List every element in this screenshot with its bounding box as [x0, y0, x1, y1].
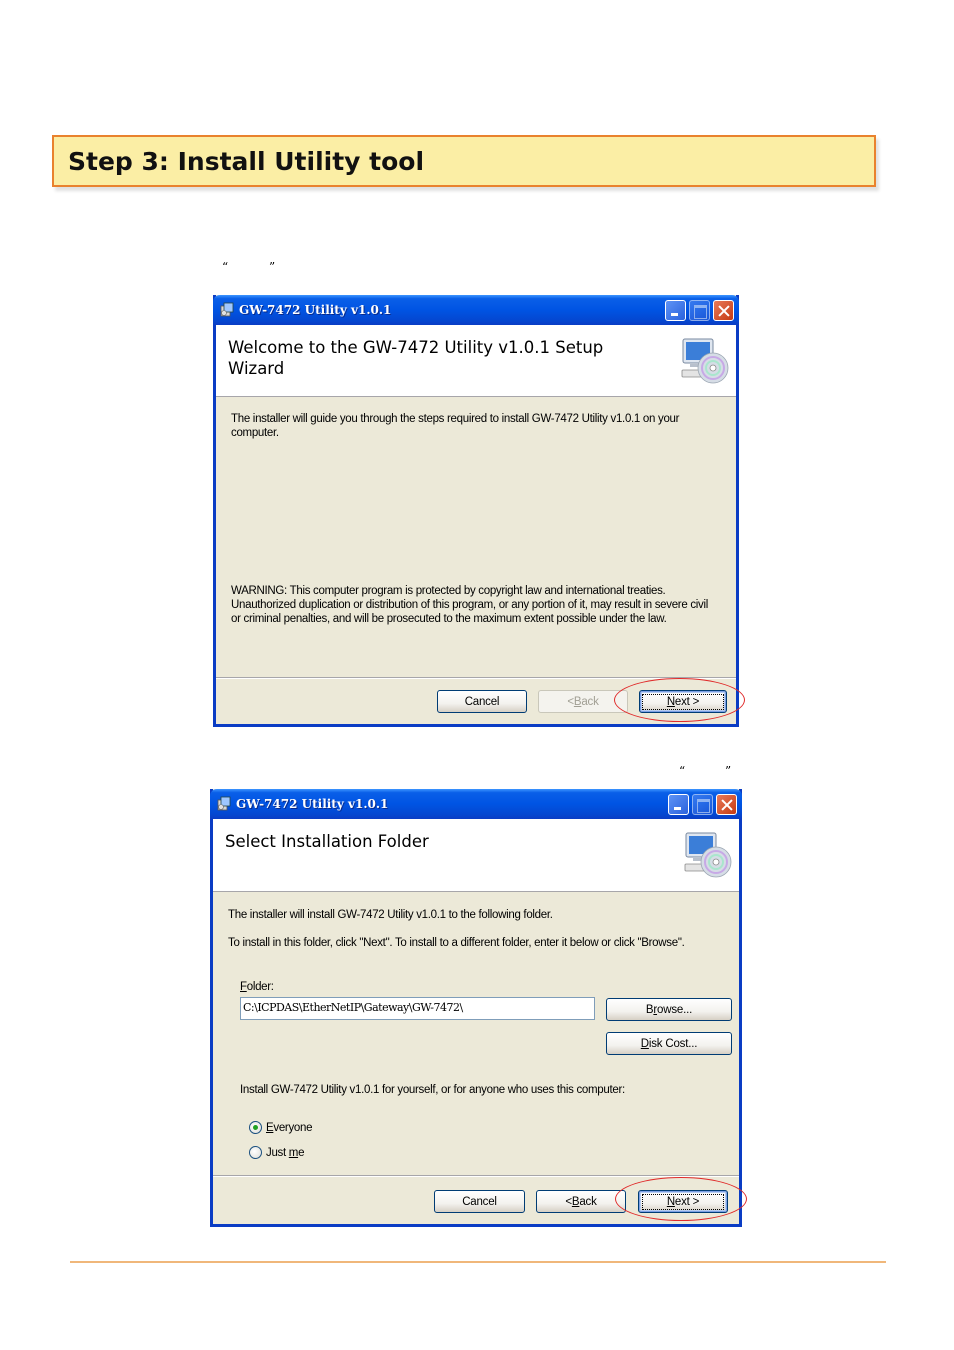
- wizard-banner: Select Installation Folder: [213, 819, 739, 892]
- maximize-button[interactable]: [692, 794, 713, 815]
- wizard-banner: Welcome to the GW-7472 Utility v1.0.1 Se…: [216, 325, 736, 397]
- window-title: GW-7472 Utility v1.0.1: [239, 303, 392, 317]
- install-instructions-text: To install in this folder, click "Next".…: [228, 937, 685, 949]
- close-quote: ”: [269, 260, 276, 274]
- next-highlight-circle: [614, 678, 745, 722]
- browse-button[interactable]: Br owse...: [606, 998, 732, 1021]
- step-title: Step 3: Install Utility tool: [68, 147, 425, 176]
- disk-cost-button[interactable]: Disk Cost...: [606, 1032, 732, 1055]
- window-title: GW-7472 Utility v1.0.1: [236, 797, 389, 811]
- computer-cd-icon: [684, 832, 732, 878]
- banner-title: Welcome to the GW-7472 Utility v1.0.1 Se…: [228, 338, 604, 378]
- folder-label: Folder:: [240, 981, 274, 993]
- open-quote-2: “: [679, 764, 686, 778]
- title-bar[interactable]: GW-7472 Utility v1.0.1: [213, 295, 739, 325]
- welcome-dialog: GW-7472 Utility v1.0.1 Welcome to the GW…: [213, 295, 739, 727]
- cancel-button[interactable]: Cancel: [434, 1190, 525, 1213]
- next-highlight-circle: [615, 1177, 747, 1221]
- open-quote: “: [222, 260, 229, 274]
- back-button[interactable]: < Back: [536, 1190, 626, 1213]
- banner-title: Select Installation Folder: [225, 832, 429, 851]
- minimize-button[interactable]: [665, 300, 686, 321]
- minimize-button[interactable]: [668, 794, 689, 815]
- button-separator: [213, 1175, 739, 1177]
- title-bar[interactable]: GW-7472 Utility v1.0.1: [210, 789, 742, 819]
- close-quote-2: ”: [725, 764, 732, 778]
- installer-app-icon: [220, 302, 234, 317]
- computer-cd-icon: [681, 338, 729, 384]
- just-me-radio[interactable]: [249, 1146, 262, 1159]
- copyright-warning: WARNING: This computer program is protec…: [231, 585, 708, 625]
- footer-rule: [70, 1261, 886, 1263]
- just-me-label[interactable]: Just me: [266, 1146, 304, 1160]
- cancel-button[interactable]: Cancel: [437, 690, 527, 713]
- installer-app-icon: [217, 796, 231, 811]
- everyone-radio[interactable]: [249, 1121, 262, 1134]
- install-location-text: The installer will install GW-7472 Utili…: [228, 909, 553, 921]
- intro-text: The installer will guide you through the…: [231, 413, 680, 439]
- maximize-button[interactable]: [689, 300, 710, 321]
- close-button[interactable]: [716, 794, 737, 815]
- install-for-text: Install GW-7472 Utility v1.0.1 for yours…: [240, 1084, 625, 1096]
- folder-path-input[interactable]: C:\ICPDAS\EtherNetIP\Gateway\GW-7472\: [240, 997, 595, 1020]
- select-folder-dialog: GW-7472 Utility v1.0.1 Select Installati…: [210, 789, 742, 1227]
- everyone-label[interactable]: Everyone: [266, 1121, 313, 1135]
- step-header: Step 3: Install Utility tool: [52, 135, 876, 187]
- close-button[interactable]: [713, 300, 734, 321]
